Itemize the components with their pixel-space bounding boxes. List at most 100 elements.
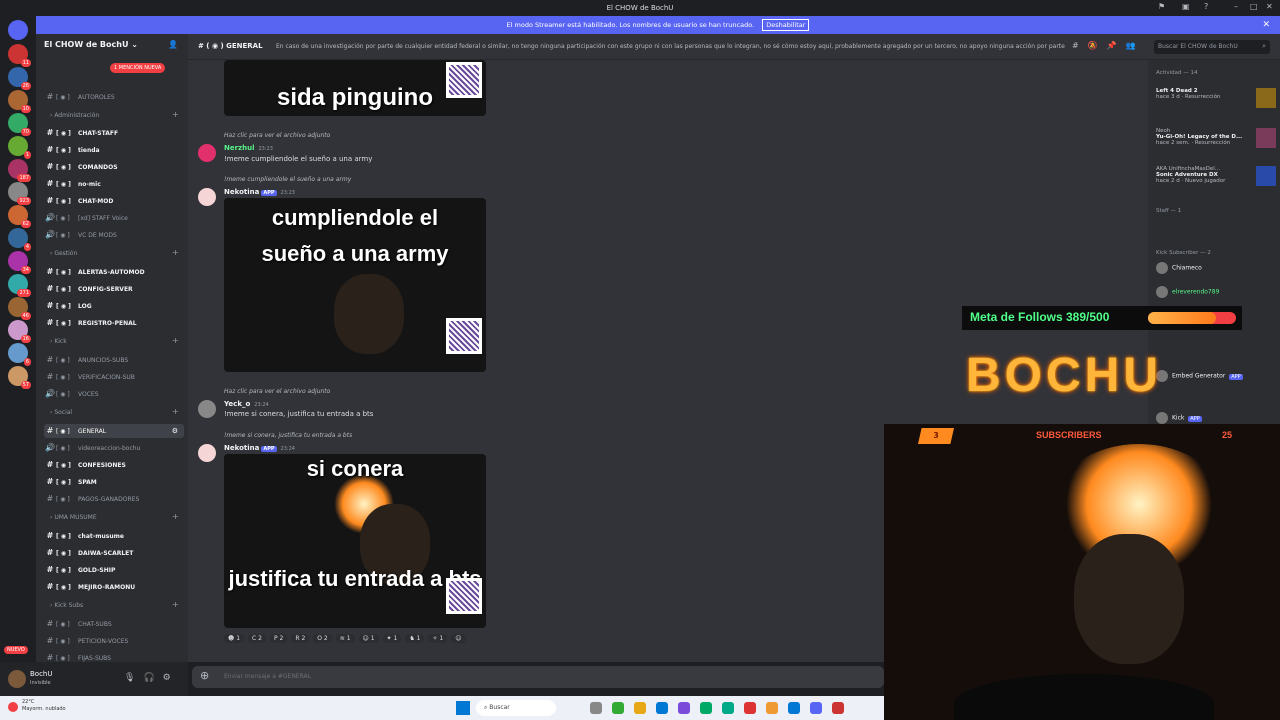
taskbar-app-icon[interactable] [590,702,602,714]
taskbar-app-icon[interactable] [788,702,800,714]
channel-category[interactable]: › Social + [50,407,179,416]
threads-icon[interactable]: # [1072,41,1088,50]
channel-item[interactable]: 🔊[ ◉ ] videoreaccion-bochu [44,441,184,455]
meme-image[interactable]: cumpliendole el sueño a una army [224,198,486,372]
channel-item[interactable]: #[ ◉ ] CONFESIONES [44,458,184,472]
channel-item[interactable]: #[ ◉ ] CONFIG-SERVER [44,282,184,296]
channel-item[interactable]: #[ ◉ ] REGISTRO-PENAL [44,316,184,330]
channel-settings-icon[interactable]: ⚙ [172,424,178,438]
message-author[interactable]: Nerzhul 23:23 [224,144,273,152]
maximize-icon[interactable]: □ [1250,2,1258,11]
download-icon[interactable]: ▣ [1182,2,1190,11]
add-reaction-icon[interactable]: ☺ [451,634,466,643]
avatar[interactable] [198,188,216,206]
inbox-icon[interactable]: ⚑ [1158,2,1165,11]
channel-item[interactable]: #[ ◉ ] chat-musume [44,529,184,543]
avatar[interactable] [198,400,216,418]
channel-category[interactable]: › Gestión + [50,248,179,257]
search-input[interactable]: Buscar El CHOW de BochU ⌕ [1154,40,1270,54]
server-icon[interactable]: 16 [8,320,31,343]
meme-image[interactable]: sida pinguino [224,60,486,116]
reaction-button[interactable]: ☻ 1 [224,634,245,643]
reaction-button[interactable]: R 2 [291,634,310,643]
reaction-button[interactable]: ≋ 1 [335,634,355,643]
add-channel-icon[interactable]: + [172,248,179,257]
channel-category[interactable]: › Administración + [50,110,179,119]
taskbar-app-icon[interactable] [634,702,646,714]
channel-item[interactable]: #[ ◉ ] DAIWA-SCARLET [44,546,184,560]
reaction-button[interactable]: ☺ 1 [358,634,379,643]
channel-item[interactable]: 🔊[ ◉ ] VOCES [44,387,184,401]
taskbar-search[interactable]: ⌕ Buscar [476,700,556,716]
mention-badge[interactable]: 1 MENCIÓN NUEVA [110,63,166,73]
help-icon[interactable]: ? [1204,2,1208,11]
add-channel-icon[interactable]: + [172,407,179,416]
taskbar-app-icon[interactable] [700,702,712,714]
add-channel-icon[interactable]: + [172,512,179,521]
headset-icon[interactable]: 🎧 [143,673,162,683]
avatar[interactable] [198,444,216,462]
server-icon[interactable]: 46 [8,297,31,320]
server-icon[interactable]: 923 [8,182,31,205]
server-icon[interactable]: 34 [8,251,31,274]
member-item[interactable]: Chiameco [1156,262,1280,274]
server-icon[interactable]: 187 [8,159,31,182]
taskbar-app-icon[interactable] [656,702,668,714]
channel-item[interactable]: #[ ◉ ] VERIFICACION-SUB [44,370,184,384]
meme-image[interactable]: si conera justifica tu entrada a bts [224,454,486,628]
add-channel-icon[interactable]: + [172,600,179,609]
reaction-button[interactable]: ✦ 1 [382,634,402,643]
message-author[interactable]: Yeck_o 23:24 [224,400,269,408]
mute-icon[interactable]: 🔕 [1088,41,1107,50]
member-item[interactable]: elreverendo789 [1156,286,1280,298]
server-icon[interactable]: 6 [8,343,31,366]
add-member-icon[interactable]: 👤 [168,40,178,49]
taskbar-app-icon[interactable] [612,702,624,714]
reply-preview[interactable]: !meme si conera, justifica tu entrada a … [224,432,352,439]
home-icon[interactable] [8,20,28,40]
channel-item[interactable]: #[ ◉ ] SPAM [44,475,184,489]
channel-item[interactable]: 🔊[ ◉ ] [xd] STAFF Voice [44,211,184,225]
reaction-button[interactable]: ✧ 1 [428,634,448,643]
server-icon[interactable]: 11 [8,44,31,67]
channel-category[interactable]: › UMA MUSUME + [50,512,179,521]
channel-item[interactable]: 🔊[ ◉ ] VC DE MODS [44,228,184,242]
server-header[interactable]: El CHOW de BochU ⌄ 👤 [36,34,188,58]
server-icon[interactable]: 57 [8,366,31,389]
channel-item[interactable]: #[ ◉ ] no-mic [44,177,184,191]
channel-category[interactable]: › Kick + [50,336,179,345]
server-icon[interactable]: 62 [8,205,31,228]
channel-item[interactable]: #[ ◉ ] CHAT-SUBS [44,617,184,631]
message-input[interactable]: Enviar mensaje a #GENERAL [224,673,311,680]
channel-item[interactable]: #[ ◉ ] GENERAL ⚙ [44,424,184,438]
server-icon[interactable]: 4 [8,228,31,251]
channel-item[interactable]: #[ ◉ ] CHAT-MOD [44,194,184,208]
minimize-icon[interactable]: – [1234,2,1238,11]
server-icon[interactable]: 271 [8,274,31,297]
disable-button[interactable]: Deshabilitar [762,19,810,31]
reply-preview[interactable]: Haz clic para ver el archivo adjunto [224,388,330,395]
channel-item[interactable]: #[ ◉ ] tienda [44,143,184,157]
weather-icon[interactable] [8,702,18,712]
pin-icon[interactable]: 📌 [1107,41,1126,50]
channel-item[interactable]: #[ ◉ ] MEJIRO-RAMONU [44,580,184,594]
member-item[interactable]: Kick APP [1156,412,1280,424]
channel-item[interactable]: #[ ◉ ] LOG [44,299,184,313]
channel-item[interactable]: #[ ◉ ] ALERTAS-AUTOMOD [44,265,184,279]
dismiss-icon[interactable]: ✕ [1262,16,1270,34]
taskbar-app-icon[interactable] [810,702,822,714]
server-icon[interactable]: 26 [8,67,31,90]
taskbar-app-icon[interactable] [832,702,844,714]
channel-category[interactable]: › Kick Subs + [50,600,179,609]
add-attachment-icon[interactable]: ⊕ [200,669,209,682]
avatar[interactable] [8,670,26,688]
activity-item[interactable]: AKA UnifinchaMasDel... Sonic Adventure DX… [1156,166,1276,186]
start-icon[interactable] [456,701,470,715]
reply-preview[interactable]: Haz clic para ver el archivo adjunto [224,132,330,139]
taskbar-app-icon[interactable] [744,702,756,714]
channel-item[interactable]: #[ ◉ ] ANUNCIOS-SUBS [44,353,184,367]
avatar[interactable] [198,144,216,162]
server-icon[interactable]: 1 [8,136,31,159]
channel-item[interactable]: #[ ◉ ] PETICION-VOCES [44,634,184,648]
mic-icon[interactable]: 🎙 [124,673,143,683]
